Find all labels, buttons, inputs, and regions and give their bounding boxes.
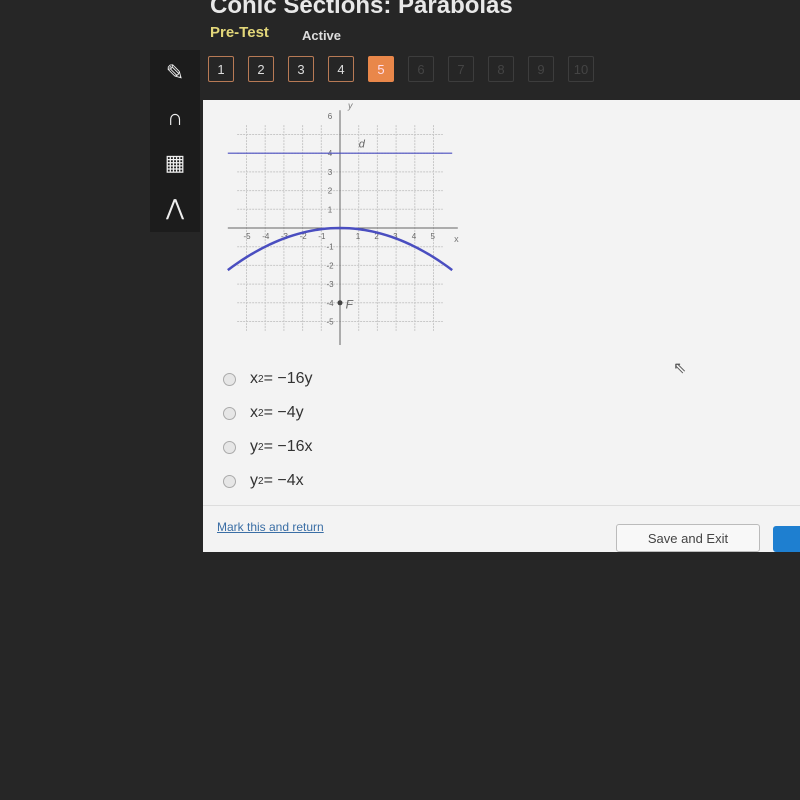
answer-choice[interactable]: x2 = −4y <box>223 396 313 430</box>
next-button[interactable] <box>773 526 800 552</box>
x-tick-label: 1 <box>356 232 361 241</box>
question-5-button[interactable]: 5 <box>368 56 394 82</box>
radio-button[interactable] <box>223 406 236 420</box>
y-axis-label: y <box>347 100 353 110</box>
choice-base: y <box>250 472 258 489</box>
question-1-button[interactable]: 1 <box>208 56 234 82</box>
question-panel: -5-4-3-2-11234564321-1-2-3-4-5xydF x2 = … <box>203 100 800 552</box>
question-nav: 1 2 3 4 5 6 7 8 9 10 <box>208 56 594 82</box>
question-10-button: 10 <box>568 56 594 82</box>
directrix-label: d <box>359 139 366 151</box>
choice-base: x <box>250 404 258 421</box>
y-tick-label: -4 <box>326 299 334 308</box>
answer-choice[interactable]: y2 = −4x <box>223 464 313 498</box>
x-tick-label: -5 <box>244 232 252 241</box>
focus-point <box>337 300 343 306</box>
choice-rest: = −4y <box>263 404 304 421</box>
y-tick-label: -5 <box>326 318 334 327</box>
radio-button[interactable] <box>223 474 236 488</box>
question-6-button: 6 <box>408 56 434 82</box>
y-tick-label: 3 <box>328 168 333 177</box>
answer-choices: x2 = −16y x 2 = −4y y 2 = −16x y 2 = −4x <box>223 362 313 498</box>
choice-base: x <box>250 370 258 387</box>
y-tick-label: -3 <box>326 280 334 289</box>
mouse-cursor-icon: ⇖ <box>673 360 687 377</box>
save-and-exit-button[interactable]: Save and Exit <box>616 524 760 552</box>
y-tick-label: -1 <box>326 243 334 252</box>
question-4-button[interactable]: 4 <box>328 56 354 82</box>
choice-rest: = −4x <box>263 472 304 489</box>
parabola-graph: -5-4-3-2-11234564321-1-2-3-4-5xydF <box>227 100 459 345</box>
x-tick-label: 4 <box>412 232 417 241</box>
pencil-icon[interactable]: ✎ <box>150 50 200 95</box>
choice-rest: = −16x <box>263 438 313 455</box>
y-tick-label: 6 <box>328 112 333 121</box>
x-tick-label: -4 <box>262 232 270 241</box>
question-8-button: 8 <box>488 56 514 82</box>
question-2-button[interactable]: 2 <box>248 56 274 82</box>
arrow-up-icon[interactable]: ⋀ <box>150 185 200 230</box>
page-title: Conic Sections: Parabolas <box>210 0 513 19</box>
radio-button[interactable] <box>223 372 236 386</box>
test-type: Pre-Test <box>210 24 269 41</box>
y-tick-label: 1 <box>328 205 333 214</box>
status-label: Active <box>302 28 342 43</box>
question-3-button[interactable]: 3 <box>288 56 314 82</box>
x-axis-label: x <box>454 234 459 244</box>
focus-label: F <box>346 297 354 311</box>
y-tick-label: 2 <box>328 187 333 196</box>
x-tick-label: -1 <box>318 232 326 241</box>
question-9-button: 9 <box>528 56 554 82</box>
mark-and-return-link[interactable]: Mark this and return <box>217 520 324 534</box>
choice-rest: = −16y <box>263 370 313 387</box>
y-tick-label: -2 <box>326 261 334 270</box>
answer-choice[interactable]: x2 = −16y <box>223 362 313 396</box>
calculator-icon[interactable]: ▦ <box>150 140 200 185</box>
footer: Mark this and return Save and Exit <box>203 505 800 553</box>
question-7-button: 7 <box>448 56 474 82</box>
toolbar: ✎ ∩ ▦ ⋀ <box>150 50 200 232</box>
headphones-icon[interactable]: ∩ <box>150 95 200 140</box>
radio-button[interactable] <box>223 440 236 454</box>
choice-base: y <box>250 438 258 455</box>
x-tick-label: 5 <box>431 232 436 241</box>
answer-choice[interactable]: y2 = −16x <box>223 430 313 464</box>
